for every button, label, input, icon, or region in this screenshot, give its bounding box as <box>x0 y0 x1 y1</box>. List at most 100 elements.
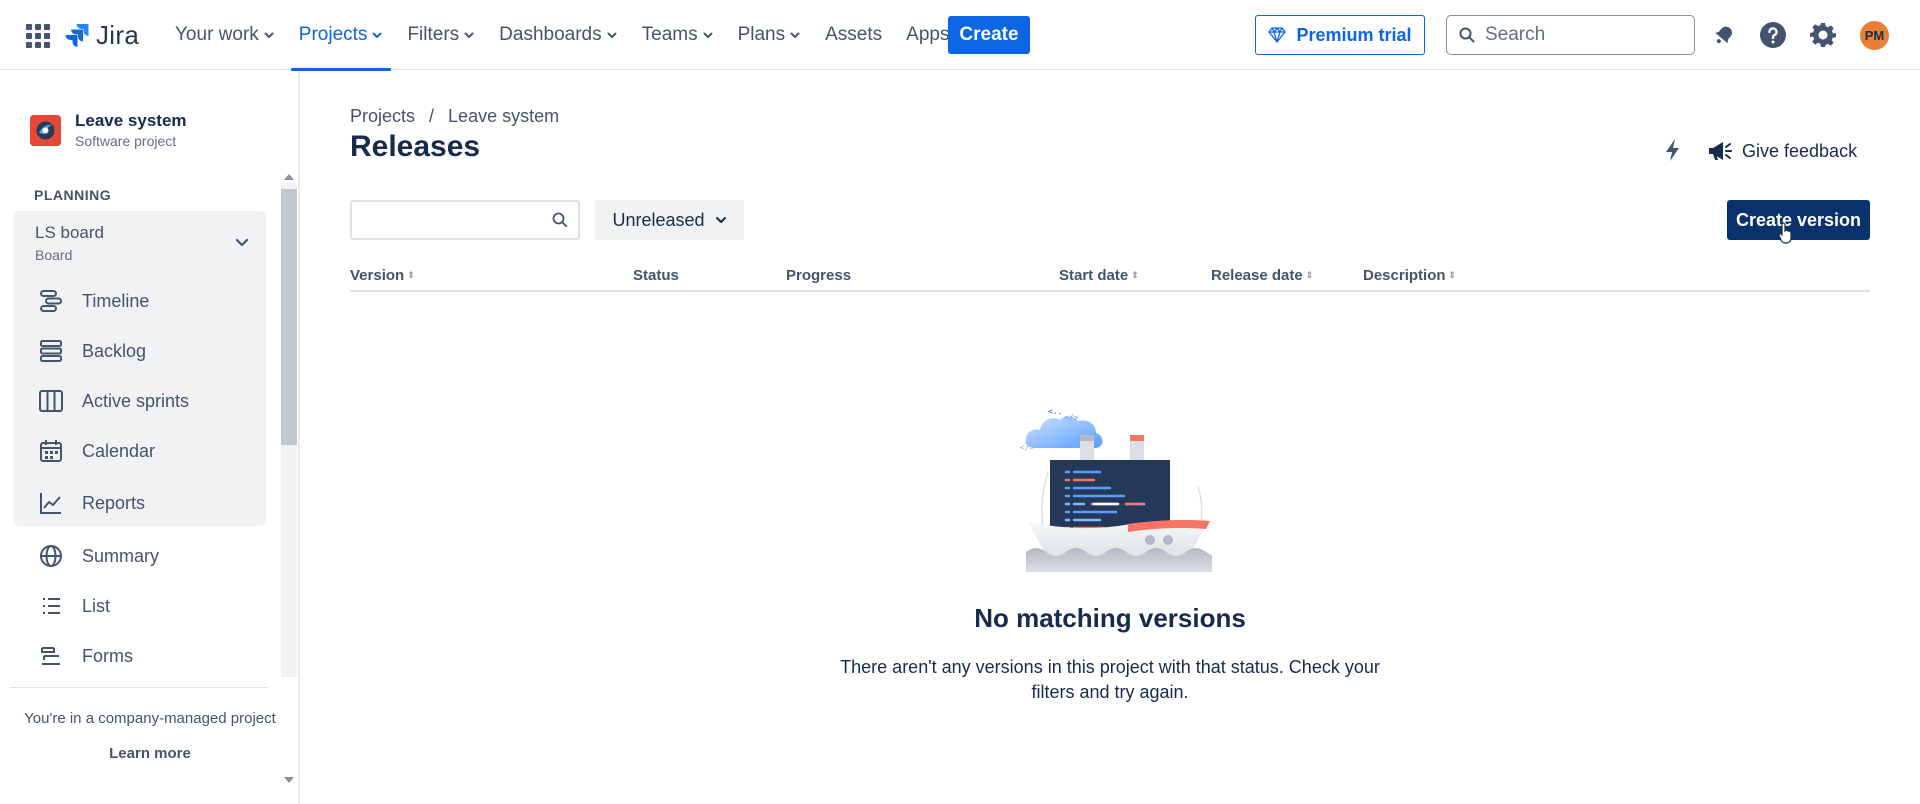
sidebar-item-calendar[interactable]: Calendar <box>13 429 266 473</box>
column-label: Release date <box>1211 267 1303 284</box>
column-label: Status <box>633 267 679 284</box>
nav-item-label: Apps <box>906 24 950 45</box>
planning-section-label: PLANNING <box>34 187 112 203</box>
sidebar-item-active-sprints[interactable]: Active sprints <box>13 379 266 423</box>
search-icon <box>1459 27 1475 43</box>
column-start-date[interactable]: Start date ⇕ <box>1059 267 1139 284</box>
premium-trial-button[interactable]: Premium trial <box>1255 15 1425 55</box>
create-button[interactable]: Create <box>948 16 1030 54</box>
sidebar-item-label: Timeline <box>82 290 150 311</box>
sidebar-item-reports[interactable]: Reports <box>13 481 266 525</box>
sidebar-item-timeline[interactable]: Timeline <box>13 279 266 323</box>
settings-gear-icon[interactable] <box>1808 20 1838 50</box>
version-search-input[interactable] <box>360 203 550 237</box>
global-search-input[interactable] <box>1485 24 1675 46</box>
create-version-button[interactable]: Create version <box>1727 200 1870 240</box>
help-icon[interactable] <box>1758 20 1788 50</box>
user-avatar[interactable]: PM <box>1860 21 1889 50</box>
give-feedback-button[interactable]: Give feedback <box>1706 134 1857 168</box>
column-label: Version <box>350 267 405 284</box>
sidebar-item-label: Reports <box>82 492 146 513</box>
chevron-down-icon <box>790 32 800 38</box>
status-filter-dropdown[interactable]: Unreleased <box>595 200 744 240</box>
nav-item-label: Teams <box>641 24 698 45</box>
company-managed-note: You're in a company-managed project <box>24 710 276 727</box>
board-subtitle: Board <box>35 247 73 263</box>
nav-filters[interactable]: Filters <box>395 0 487 70</box>
sort-icon: ⇕ <box>407 270 415 280</box>
nav-projects[interactable]: Projects <box>287 0 396 71</box>
backlog-icon <box>40 340 62 362</box>
sidebar-item-label: Summary <box>82 545 160 566</box>
breadcrumb-project[interactable]: Leave system <box>448 106 559 127</box>
project-sidebar: Leave system Software project PLANNING L… <box>0 71 300 804</box>
jira-logo-text: Jira <box>96 19 140 50</box>
project-header[interactable]: Leave system Software project <box>30 111 187 149</box>
svg-text:</>: </> <box>1064 413 1079 422</box>
app-switcher-icon[interactable] <box>26 24 50 48</box>
global-search[interactable] <box>1446 15 1695 55</box>
svg-text:</>: </> <box>1020 443 1035 452</box>
column-status: Status <box>633 267 679 284</box>
sidebar-item-forms[interactable]: Forms <box>13 634 266 678</box>
chevron-down-icon[interactable] <box>235 238 249 248</box>
chart-line-icon <box>40 493 61 514</box>
mouse-pointer-icon <box>1778 222 1792 244</box>
notifications-icon[interactable] <box>1709 20 1739 50</box>
sidebar-item-label: Active sprints <box>82 390 190 411</box>
column-description[interactable]: Description ⇕ <box>1363 267 1456 284</box>
column-progress: Progress <box>786 267 851 284</box>
nav-assets[interactable]: Assets <box>813 0 894 70</box>
project-name: Leave system <box>75 111 187 130</box>
column-version[interactable]: Version ⇕ <box>350 267 415 284</box>
chevron-down-icon <box>715 217 726 223</box>
versions-table-header: Version ⇕ Status Progress Start date ⇕ Rel… <box>350 264 1870 292</box>
search-icon <box>552 212 568 228</box>
chevron-down-icon <box>703 32 713 38</box>
forms-icon <box>41 647 60 665</box>
sort-icon: ⇕ <box>1448 270 1457 280</box>
nav-item-label: Plans <box>737 24 786 45</box>
calendar-icon <box>40 440 62 462</box>
status-filter-value: Unreleased <box>612 209 705 230</box>
nav-plans[interactable]: Plans <box>726 0 814 70</box>
nav-item-label: Projects <box>298 24 368 45</box>
project-avatar <box>30 114 61 146</box>
board-selector[interactable]: LS board Board <box>35 223 104 263</box>
scroll-thumb[interactable] <box>281 189 297 445</box>
nav-your-work[interactable]: Your work <box>163 0 287 70</box>
timeline-icon <box>40 290 62 312</box>
chevron-down-icon <box>264 32 274 38</box>
nav-teams[interactable]: Teams <box>630 0 726 70</box>
version-search[interactable] <box>350 200 580 240</box>
nav-item-label: Filters <box>407 24 460 45</box>
breadcrumb-separator: / <box>429 106 435 126</box>
automation-lightning-icon[interactable] <box>1658 135 1688 165</box>
sidebar-item-backlog[interactable]: Backlog <box>13 329 266 373</box>
give-feedback-label: Give feedback <box>1742 140 1858 161</box>
nav-dashboards[interactable]: Dashboards <box>487 0 629 70</box>
sidebar-item-label: Forms <box>82 645 133 666</box>
project-type: Software project <box>75 133 177 149</box>
board-title: LS board <box>35 223 104 242</box>
board-columns-icon <box>39 390 63 412</box>
chevron-down-icon <box>372 32 382 38</box>
sidebar-item-label: Calendar <box>82 440 156 461</box>
scroll-up-arrow-icon[interactable] <box>284 174 294 180</box>
sort-icon: ⇕ <box>1131 270 1139 280</box>
column-release-date[interactable]: Release date ⇕ <box>1211 267 1313 284</box>
sidebar-item-summary[interactable]: Summary <box>13 534 266 578</box>
breadcrumb-projects[interactable]: Projects <box>350 106 415 127</box>
sidebar-divider <box>10 687 268 688</box>
primary-nav: Your work Projects Filters Dashboards Teams P… <box>163 0 977 71</box>
nav-item-label: Assets <box>825 24 883 45</box>
column-label: Start date <box>1059 267 1129 284</box>
column-label: Description <box>1363 267 1446 284</box>
nav-item-label: Dashboards <box>499 24 602 45</box>
globe-icon <box>40 545 62 567</box>
board-group: LS board Board Timeline Backlog Active s… <box>13 211 266 526</box>
scroll-down-arrow-icon[interactable] <box>284 777 294 783</box>
jira-logo[interactable]: Jira <box>64 18 139 52</box>
page-title: Releases <box>350 130 481 163</box>
learn-more-link[interactable]: Learn more <box>0 745 300 762</box>
